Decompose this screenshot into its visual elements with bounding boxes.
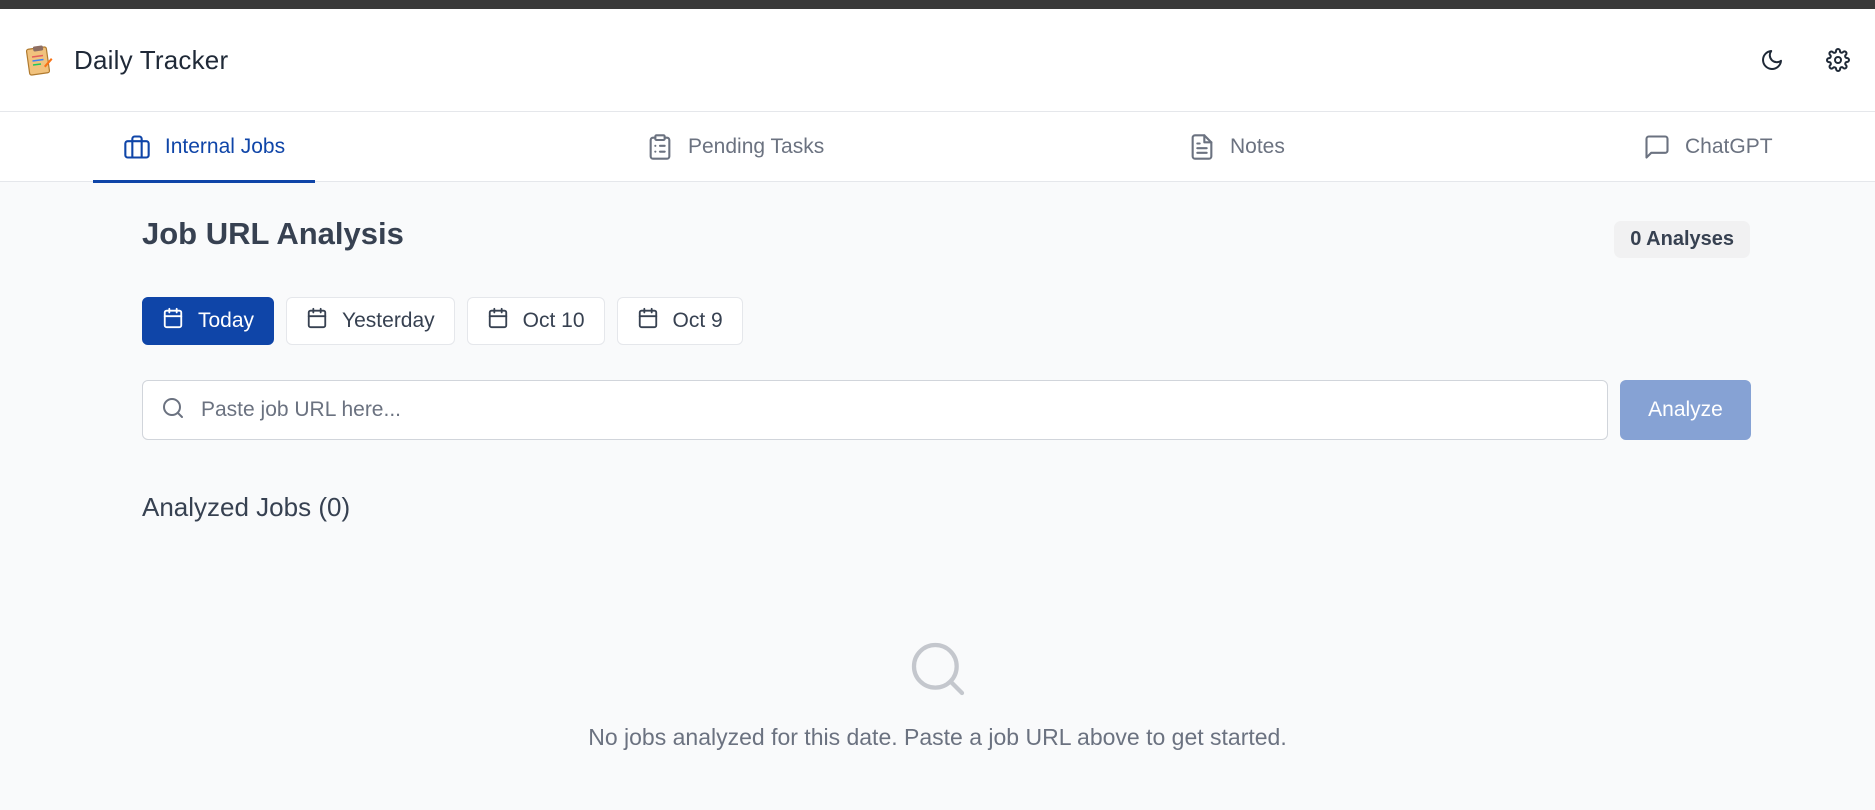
empty-state: No jobs analyzed for this date. Paste a … [0,637,1875,751]
calendar-icon [637,307,659,335]
tab-notes[interactable]: Notes [1188,112,1285,182]
tab-label: Internal Jobs [164,135,286,158]
analyzed-jobs-heading: Analyzed Jobs (0) [142,492,351,522]
search-icon [161,396,185,425]
analyze-button[interactable]: Analyze [1620,380,1751,440]
calendar-icon [162,307,184,335]
main-tabs: Internal Jobs Pending Tasks Notes ChatGP… [0,112,1875,183]
app-header: Daily Tracker [0,9,1875,112]
date-filter-oct-10[interactable]: Oct 10 [466,297,605,345]
date-filter-label: Yesterday [342,309,435,332]
tab-chatgpt[interactable]: ChatGPT [1643,112,1773,182]
clipboard-list-icon [646,133,674,161]
brand: Daily Tracker [22,43,228,77]
search-icon [906,637,970,706]
moon-icon[interactable] [1757,45,1787,75]
page-title: Job URL Analysis [142,216,404,251]
calendar-icon [487,307,509,335]
message-square-icon [1643,133,1671,161]
calendar-icon [306,307,328,335]
app-title: Daily Tracker [74,44,229,75]
main-content: Job URL Analysis 0 Analyses Today Yester… [0,182,1875,810]
date-filter-oct-9[interactable]: Oct 9 [616,297,743,345]
tab-label: Pending Tasks [688,135,825,158]
url-input-row: Analyze [142,380,1751,440]
empty-state-message: No jobs analyzed for this date. Paste a … [588,724,1287,750]
job-url-input[interactable] [201,398,1589,422]
date-filter-label: Today [198,309,255,332]
briefcase-icon [123,133,151,161]
date-filter-group: Today Yesterday Oct 10 Oct 9 [142,297,743,345]
tab-internal-jobs[interactable]: Internal Jobs [93,112,315,183]
header-actions [1757,45,1853,75]
analyses-count-badge: 0 Analyses [1614,221,1750,258]
window-top-strip [0,0,1875,9]
clipboard-logo-icon [22,43,56,77]
search-box [142,380,1608,440]
date-filter-today[interactable]: Today [142,297,275,345]
date-filter-label: Oct 9 [672,309,723,332]
file-text-icon [1188,133,1216,161]
tab-label: Notes [1230,135,1285,158]
tab-label: ChatGPT [1685,135,1773,158]
tab-pending-tasks[interactable]: Pending Tasks [646,112,824,182]
gear-icon[interactable] [1823,45,1853,75]
date-filter-yesterday[interactable]: Yesterday [286,297,455,345]
date-filter-label: Oct 10 [522,309,585,332]
